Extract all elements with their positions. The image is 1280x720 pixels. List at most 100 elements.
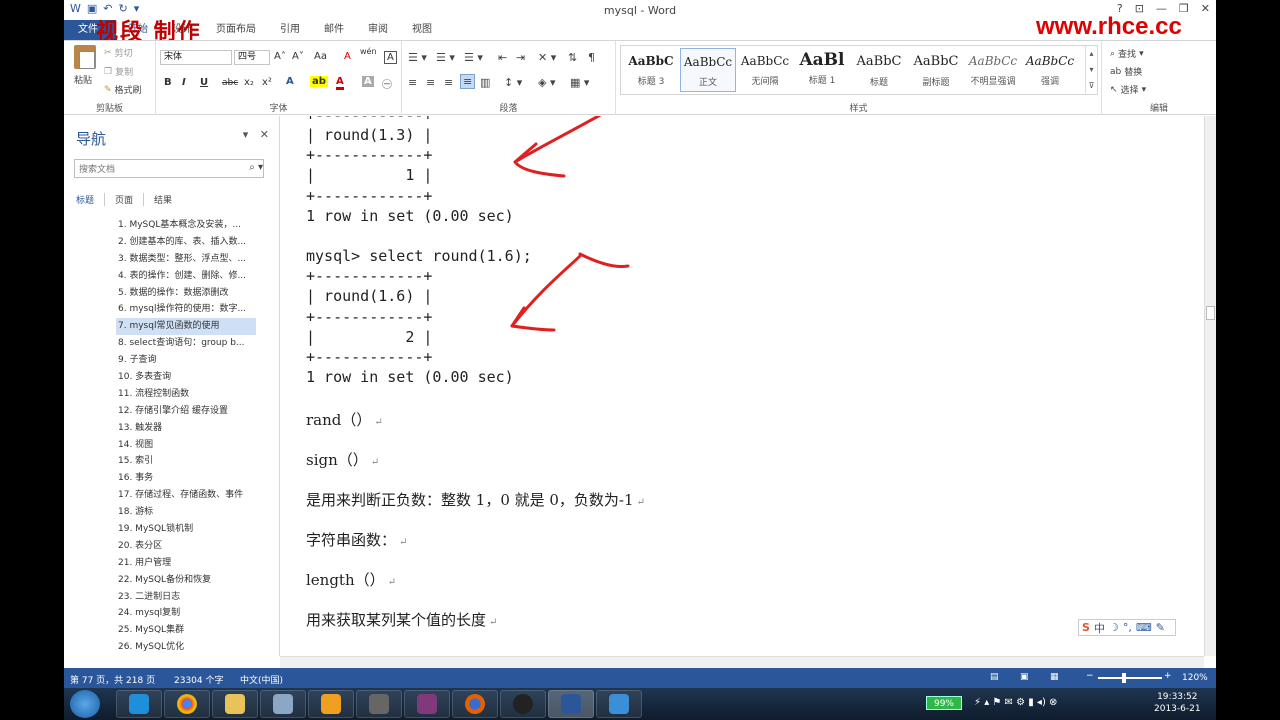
- nav-search-input[interactable]: [74, 159, 264, 178]
- nav-heading-item[interactable]: 14. 视图: [116, 437, 256, 454]
- moon-icon[interactable]: ☽: [1109, 621, 1119, 634]
- search-icon[interactable]: ⌕ ▾: [249, 162, 263, 173]
- nav-heading-item[interactable]: 23. 二进制日志: [116, 589, 256, 606]
- line-spacing-icon[interactable]: ↕ ▾: [504, 76, 522, 89]
- zoom-out-button[interactable]: −: [1086, 671, 1094, 681]
- style-heading-3[interactable]: AaBbC 标题 3: [623, 48, 679, 92]
- zoom-slider[interactable]: [1098, 677, 1162, 679]
- nav-heading-item[interactable]: 15. 索引: [116, 453, 256, 470]
- enclose-char-icon[interactable]: ㊀: [382, 76, 392, 91]
- taskbar-firefox[interactable]: [452, 690, 498, 718]
- change-case-button[interactable]: Aa: [314, 51, 327, 62]
- nav-heading-item[interactable]: 17. 存储过程、存储函数、事件: [116, 487, 256, 504]
- shrink-font-button[interactable]: A˅: [292, 51, 304, 62]
- nav-options-icon[interactable]: ▾: [243, 128, 249, 141]
- nav-heading-item[interactable]: 24. mysql复制: [116, 605, 256, 622]
- nav-heading-item[interactable]: 1. MySQL基本概念及安装，...: [116, 217, 256, 234]
- justify-icon[interactable]: ≡: [460, 74, 476, 89]
- nav-heading-item[interactable]: 18. 游标: [116, 504, 256, 521]
- taskbar-app-11[interactable]: [596, 690, 642, 718]
- style-emphasis[interactable]: AaBbCc 强调: [1022, 48, 1078, 92]
- nav-heading-item[interactable]: 7. mysql常见函数的使用: [116, 318, 256, 336]
- paste-button[interactable]: 粘贴: [74, 73, 92, 86]
- nav-heading-item[interactable]: 10. 多表查询: [116, 369, 256, 386]
- ime-toolbar[interactable]: S 中 ☽ °, ⌨ ✎: [1078, 619, 1176, 636]
- taskbar-onenote[interactable]: [404, 690, 450, 718]
- close-button[interactable]: ✕: [1201, 2, 1210, 15]
- style-normal[interactable]: AaBbCc 正文: [680, 48, 736, 92]
- clock[interactable]: 19:33:52 2013-6-21: [1154, 691, 1201, 715]
- tab-view[interactable]: 视图: [400, 20, 444, 40]
- nav-heading-item[interactable]: 11. 流程控制函数: [116, 386, 256, 403]
- print-layout-icon[interactable]: ▣: [1020, 672, 1029, 682]
- format-painter-button[interactable]: ✎ 格式刷: [104, 83, 142, 97]
- font-size-select[interactable]: 四号: [234, 50, 270, 65]
- paste-icon[interactable]: [74, 45, 96, 69]
- nav-tab-results[interactable]: 结果: [143, 193, 182, 206]
- tray-icons[interactable]: ⚡ ▴ ⚑ ✉ ⚙ ▮ ◂) ⊗: [974, 697, 1057, 708]
- strikethrough-button[interactable]: abc: [222, 78, 238, 88]
- nav-heading-item[interactable]: 22. MySQL备份和恢复: [116, 572, 256, 589]
- underline-button[interactable]: U: [200, 77, 208, 88]
- nav-heading-item[interactable]: 12. 存储引擎介绍 缓存设置: [116, 403, 256, 420]
- taskbar-chrome[interactable]: [164, 690, 210, 718]
- phonetic-guide-button[interactable]: wén: [360, 47, 377, 56]
- battery-indicator[interactable]: 99%: [926, 696, 962, 710]
- nav-heading-item[interactable]: 19. MySQL锁机制: [116, 521, 256, 538]
- numbering-icon[interactable]: ☰ ▾: [436, 51, 455, 64]
- align-right-icon[interactable]: ≡: [444, 76, 453, 89]
- language[interactable]: 中文(中国): [240, 673, 283, 686]
- zoom-in-button[interactable]: +: [1164, 671, 1172, 681]
- style-subtle-emphasis[interactable]: AaBbCc 不明显强调: [965, 48, 1021, 92]
- style-heading-1[interactable]: AaBl 标题 1: [794, 48, 850, 92]
- tab-review[interactable]: 审阅: [356, 20, 400, 40]
- taskbar-app-4[interactable]: [260, 690, 306, 718]
- borders-icon[interactable]: ▦ ▾: [570, 76, 589, 89]
- bullets-icon[interactable]: ☰ ▾: [408, 51, 427, 64]
- show-marks-icon[interactable]: ¶: [588, 51, 595, 64]
- nav-close-icon[interactable]: ✕: [260, 128, 269, 141]
- text-effects-icon[interactable]: A: [286, 76, 294, 87]
- taskbar-app-1[interactable]: [116, 690, 162, 718]
- nav-heading-item[interactable]: 26. MySQL优化: [116, 639, 256, 656]
- horizontal-scrollbar[interactable]: [280, 656, 1204, 668]
- subscript-button[interactable]: x₂: [244, 77, 254, 88]
- highlight-icon[interactable]: ab: [310, 76, 328, 87]
- chinese-layout-icon[interactable]: ✕ ▾: [538, 51, 556, 64]
- tab-references[interactable]: 引用: [268, 20, 312, 40]
- shading-icon[interactable]: ◈ ▾: [538, 76, 555, 89]
- tab-mailings[interactable]: 邮件: [312, 20, 356, 40]
- nav-tab-pages[interactable]: 页面: [104, 193, 143, 206]
- style-no-spacing[interactable]: AaBbCc 无间隔: [737, 48, 793, 92]
- superscript-button[interactable]: x²: [262, 77, 272, 88]
- clear-format-button[interactable]: A: [344, 51, 351, 62]
- multilevel-list-icon[interactable]: ☰ ▾: [464, 51, 483, 64]
- nav-heading-item[interactable]: 8. select查询语句：group b...: [116, 335, 256, 352]
- nav-heading-item[interactable]: 5. 数据的操作：数据添删改: [116, 285, 256, 302]
- wrench-icon[interactable]: ✎: [1156, 621, 1165, 634]
- nav-heading-item[interactable]: 4. 表的操作：创建、删除、修...: [116, 268, 256, 285]
- document-page[interactable]: +------------+| round(1.3) |+-----------…: [280, 116, 1204, 656]
- font-color-icon[interactable]: A: [336, 76, 344, 90]
- align-center-icon[interactable]: ≡: [426, 76, 435, 89]
- char-border-button[interactable]: A: [384, 51, 397, 64]
- taskbar-qq[interactable]: [500, 690, 546, 718]
- increase-indent-icon[interactable]: ⇥: [516, 51, 525, 64]
- scroll-thumb[interactable]: [1206, 306, 1215, 320]
- taskbar-explorer[interactable]: [212, 690, 258, 718]
- char-shading-icon[interactable]: A: [362, 76, 374, 87]
- ime-mode[interactable]: 中: [1094, 620, 1105, 636]
- tab-layout[interactable]: 页面布局: [204, 20, 268, 40]
- nav-heading-item[interactable]: 9. 子查询: [116, 352, 256, 369]
- nav-heading-item[interactable]: 21. 用户管理: [116, 555, 256, 572]
- zoom-level[interactable]: 120%: [1182, 673, 1208, 683]
- select-button[interactable]: ↖ 选择 ▾: [1110, 83, 1146, 97]
- replace-button[interactable]: ab 替换: [1110, 65, 1142, 79]
- start-button[interactable]: [70, 690, 100, 718]
- bold-button[interactable]: B: [164, 77, 172, 88]
- cut-button[interactable]: ✂ 剪切: [104, 46, 133, 60]
- sort-icon[interactable]: ⇅: [568, 51, 577, 64]
- vertical-scrollbar[interactable]: [1204, 116, 1216, 656]
- nav-heading-item[interactable]: 20. 表分区: [116, 538, 256, 555]
- nav-heading-item[interactable]: 25. MySQL集群: [116, 622, 256, 639]
